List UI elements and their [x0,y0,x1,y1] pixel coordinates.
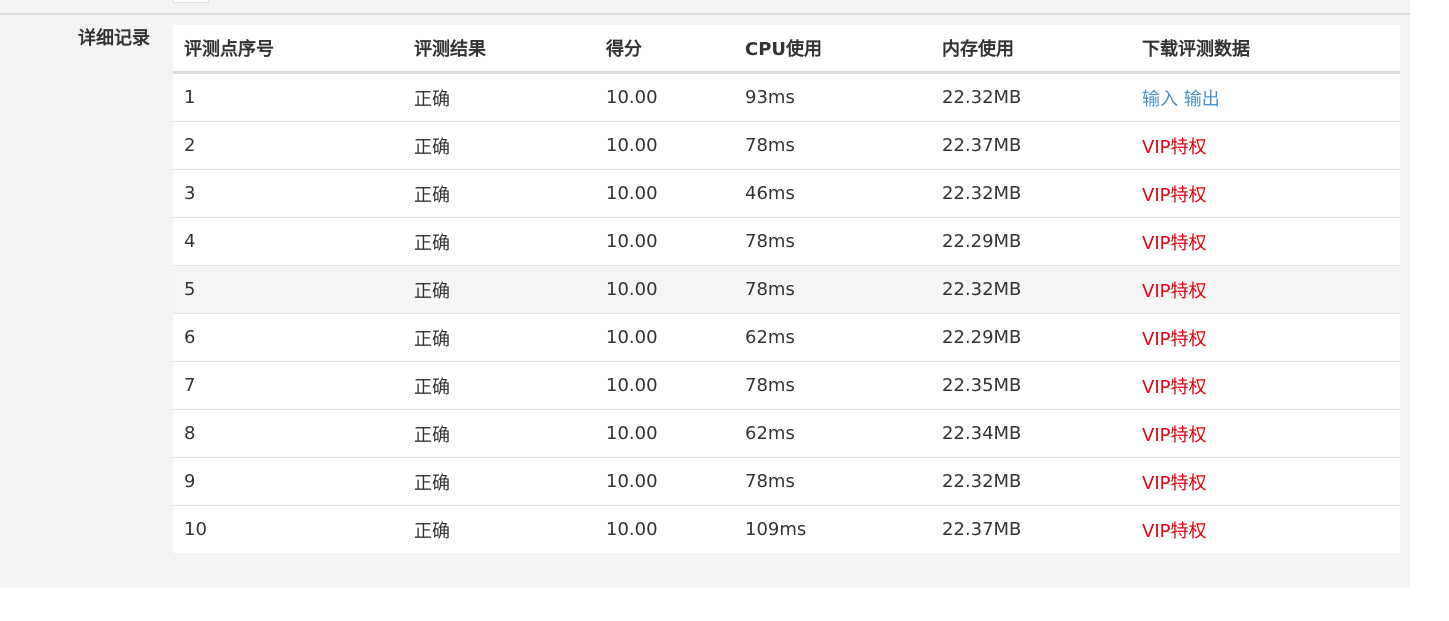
table-row: 4 正确 10.00 78ms 22.29MB VIP特权 [173,217,1400,266]
table-row: 10 正确 10.00 109ms 22.37MB VIP特权 [173,506,1400,554]
top-tab-stub [173,0,209,3]
cell-result: 正确 [414,520,450,542]
cell-result: 正确 [403,361,595,410]
cell-download: VIP特权 [1131,506,1400,554]
cell-cpu: 46ms [734,169,931,218]
cell-memory: 22.32MB [931,72,1131,122]
download-input-link[interactable]: 输入 [1142,89,1178,110]
vip-privilege-link[interactable]: VIP特权 [1142,377,1206,398]
header-download: 下载评测数据 [1131,25,1400,74]
cell-index: 2 [173,121,403,170]
cell-index: 4 [173,217,403,266]
vip-privilege-link[interactable]: VIP特权 [1142,233,1206,254]
vip-privilege-link[interactable]: VIP特权 [1142,185,1206,206]
cell-index: 1 [173,72,403,122]
cell-download: VIP特权 [1131,217,1400,266]
cell-memory: 22.32MB [931,457,1131,506]
cell-memory: 22.32MB [931,265,1131,314]
cell-index: 5 [173,265,403,314]
table-row: 5 正确 10.00 78ms 22.32MB VIP特权 [173,265,1400,314]
cell-memory: 22.37MB [942,519,1022,540]
cell-result: 正确 [403,265,595,314]
cell-download: VIP特权 [1131,409,1400,458]
cell-memory: 22.32MB [931,169,1131,218]
cell-score: 10.00 [595,217,734,266]
top-divider [0,13,1410,15]
cell-index: 6 [173,313,403,362]
section-label: 详细记录 [78,28,150,49]
cell-result: 正确 [403,72,595,122]
cell-memory: 22.29MB [931,313,1131,362]
cell-download: VIP特权 [1131,265,1400,314]
table-row: 1 正确 10.00 93ms 22.32MB 输入 输出 [173,72,1400,122]
cell-score: 10.00 [595,409,734,458]
table-row: 2 正确 10.00 78ms 22.37MB VIP特权 [173,121,1400,170]
vip-privilege-link[interactable]: VIP特权 [1142,281,1206,302]
cell-index: 3 [173,169,403,218]
cell-result: 正确 [403,457,595,506]
vip-privilege-link[interactable]: VIP特权 [1142,329,1206,350]
header-index: 评测点序号 [173,25,403,74]
cell-download: VIP特权 [1131,457,1400,506]
cell-memory: 22.29MB [931,217,1131,266]
cell-download: VIP特权 [1131,121,1400,170]
cell-score: 10.00 [606,519,658,540]
table-row: 7 正确 10.00 78ms 22.35MB VIP特权 [173,361,1400,410]
table-row: 9 正确 10.00 78ms 22.32MB VIP特权 [173,457,1400,506]
cell-cpu: 78ms [734,361,931,410]
cell-download: VIP特权 [1131,169,1400,218]
cell-cpu: 78ms [734,217,931,266]
table-row: 6 正确 10.00 62ms 22.29MB VIP特权 [173,313,1400,362]
cell-result: 正确 [403,121,595,170]
vip-privilege-link[interactable]: VIP特权 [1142,137,1206,158]
test-records-table: 评测点序号 评测结果 得分 CPU使用 内存使用 下载评测数据 1 正确 10.… [173,25,1400,553]
cell-cpu: 62ms [734,313,931,362]
table-header-row: 评测点序号 评测结果 得分 CPU使用 内存使用 下载评测数据 [173,25,1400,74]
table-row: 3 正确 10.00 46ms 22.32MB VIP特权 [173,169,1400,218]
header-memory: 内存使用 [931,25,1131,74]
cell-result: 正确 [403,169,595,218]
cell-cpu: 78ms [734,457,931,506]
cell-score: 10.00 [595,265,734,314]
cell-cpu: 78ms [734,265,931,314]
cell-score: 10.00 [595,121,734,170]
table-row: 8 正确 10.00 62ms 22.34MB VIP特权 [173,409,1400,458]
cell-result: 正确 [403,409,595,458]
header-result: 评测结果 [403,25,595,74]
cell-cpu: 62ms [734,409,931,458]
cell-score: 10.00 [595,169,734,218]
cell-score: 10.00 [595,457,734,506]
download-output-link[interactable]: 输出 [1184,89,1220,110]
cell-download: 输入 输出 [1131,72,1400,122]
cell-memory: 22.37MB [931,121,1131,170]
cell-score: 10.00 [595,72,734,122]
records-panel: 详细记录 评测点序号 评测结果 得分 CPU使用 内存使用 下载评测数据 1 正… [0,0,1410,588]
cell-index: 7 [173,361,403,410]
header-score: 得分 [595,25,734,74]
cell-download: VIP特权 [1131,361,1400,410]
vip-privilege-link[interactable]: VIP特权 [1142,473,1206,494]
cell-cpu: 93ms [734,72,931,122]
cell-result: 正确 [403,217,595,266]
header-cpu: CPU使用 [734,25,931,74]
cell-index: 9 [173,457,403,506]
cell-memory: 22.35MB [931,361,1131,410]
cell-score: 10.00 [595,313,734,362]
cell-download: VIP特权 [1131,313,1400,362]
vip-privilege-link[interactable]: VIP特权 [1142,521,1206,542]
cell-result: 正确 [403,313,595,362]
cell-score: 10.00 [595,361,734,410]
cell-memory: 22.34MB [931,409,1131,458]
vip-privilege-link[interactable]: VIP特权 [1142,425,1206,446]
cell-cpu: 78ms [734,121,931,170]
cell-cpu: 109ms [745,519,807,540]
cell-index: 8 [173,409,403,458]
cell-index: 10 [184,519,207,540]
